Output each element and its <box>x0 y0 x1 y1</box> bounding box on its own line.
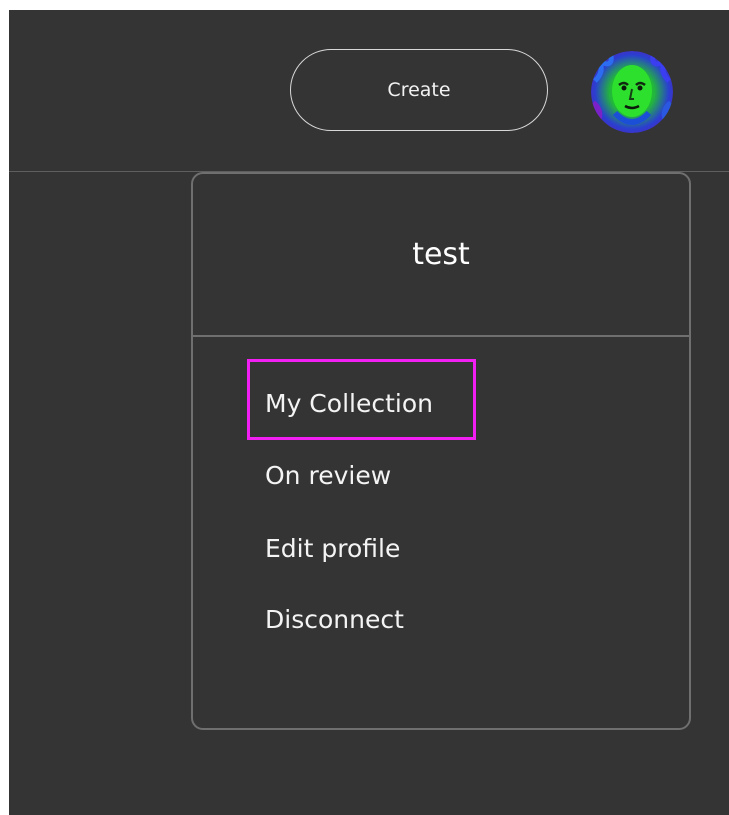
profile-dropdown: test My Collection On review Edit profil… <box>191 172 691 730</box>
create-button-label: Create <box>387 79 451 101</box>
dropdown-header: test <box>193 174 689 337</box>
menu-item-disconnect[interactable]: Disconnect <box>265 605 404 635</box>
menu-item-edit-profile[interactable]: Edit profile <box>265 534 400 564</box>
avatar-portrait-icon <box>591 51 673 133</box>
username: test <box>412 237 470 272</box>
menu-item-on-review[interactable]: On review <box>265 461 391 491</box>
menu-item-my-collection[interactable]: My Collection <box>265 389 433 419</box>
app-screen: Create test My Collection On review Edit… <box>9 10 729 815</box>
create-button[interactable]: Create <box>290 49 548 131</box>
avatar[interactable] <box>591 51 673 133</box>
